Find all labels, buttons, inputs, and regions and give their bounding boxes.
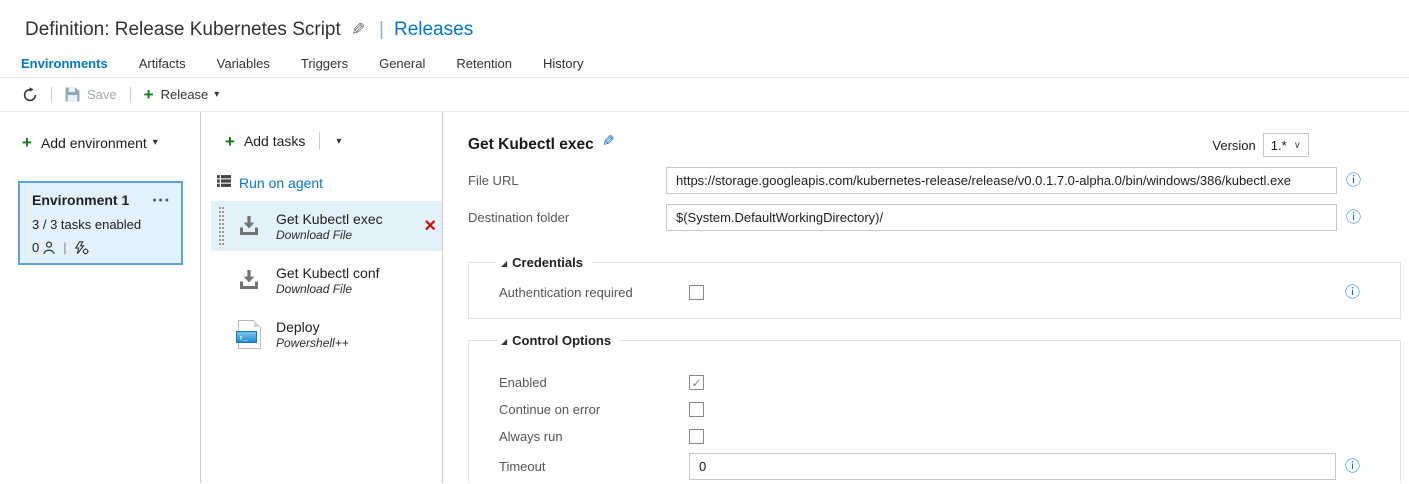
authentication-required-label: Authentication required [499,285,689,300]
timeout-input[interactable] [689,453,1336,480]
tab-general[interactable]: General [379,56,425,77]
definition-tabs: Environments Artifacts Variables Trigger… [0,46,1409,78]
collapse-icon: ◢ [501,259,507,268]
task-list: Get Kubectl exec Download File × Get Kub… [201,201,442,359]
trigger-settings-icon[interactable] [74,241,89,255]
tab-retention[interactable]: Retention [456,56,512,77]
chevron-down-icon: ▾ [214,89,219,100]
run-on-agent-label: Run on agent [239,175,323,191]
chevron-down-icon: ▾ [153,137,158,148]
collapse-icon: ◢ [501,337,507,346]
main-content: + Add environment ▾ Environment 1 ●●● 3 … [0,112,1409,483]
tab-history[interactable]: History [543,56,583,77]
continue-on-error-checkbox[interactable]: ✓ [689,402,704,417]
task-name: Get Kubectl conf [276,265,420,281]
destination-folder-label: Destination folder [468,210,666,225]
release-button[interactable]: + Release ▾ [144,86,220,103]
drag-handle[interactable] [219,207,224,245]
control-options-group: ◢Control Options Enabled ✓ Continue on e… [468,333,1401,483]
download-file-icon [234,267,264,293]
toolbar-divider [51,87,52,102]
info-icon[interactable]: ⓘ [1345,459,1360,474]
destination-folder-input[interactable] [666,204,1337,231]
task-type: Download File [276,282,420,296]
task-type: Download File [276,228,420,242]
add-tasks-label: Add tasks [244,133,305,149]
save-button[interactable]: Save [65,87,117,102]
powershell-icon: ›_ [234,320,264,349]
releases-link[interactable]: Releases [394,19,473,41]
info-icon[interactable]: ⓘ [1345,285,1360,300]
tab-triggers[interactable]: Triggers [301,56,348,77]
tab-variables[interactable]: Variables [217,56,270,77]
info-icon[interactable]: ⓘ [1346,210,1361,225]
approvals-count: 0 [32,240,39,255]
person-icon[interactable] [42,241,56,255]
info-icon[interactable]: ⓘ [1346,173,1361,188]
always-run-label: Always run [499,429,689,444]
enabled-checkbox[interactable]: ✓ [689,375,704,390]
task-name: Deploy [276,319,420,335]
plus-icon: + [225,133,235,150]
icon-separator: | [63,240,66,255]
save-icon [65,87,80,102]
release-label: Release [161,87,209,102]
save-label: Save [87,87,117,102]
toolbar: Save + Release ▾ [0,78,1409,112]
version-select[interactable]: 1.* ∨ [1263,133,1309,157]
add-tasks-dropdown[interactable]: ▾ [336,136,341,147]
refresh-button[interactable] [22,87,38,103]
button-divider [319,132,320,150]
task-item-deploy[interactable]: ›_ Deploy Powershell++ × [211,309,442,359]
task-item-get-kubectl-conf[interactable]: Get Kubectl conf Download File × [211,255,442,305]
add-environment-button[interactable]: + Add environment ▾ [22,134,200,151]
control-options-group-header[interactable]: ◢Control Options [497,333,619,348]
continue-on-error-label: Continue on error [499,402,689,417]
enabled-label: Enabled [499,375,689,390]
authentication-required-checkbox[interactable]: ✓ [689,285,704,300]
edit-task-name-icon[interactable]: ✎ [602,132,615,150]
run-on-agent-link[interactable]: Run on agent [217,174,442,192]
timeout-label: Timeout [499,459,689,474]
download-file-icon [234,213,264,239]
file-url-label: File URL [468,173,666,188]
tasks-panel: + Add tasks ▾ Run on agent [201,112,443,483]
definition-header: Definition: Release Kubernetes Script ✎ … [0,0,1409,46]
environment-tasks-summary: 3 / 3 tasks enabled [32,217,171,232]
remove-task-icon[interactable]: × [424,216,436,236]
plus-icon: + [22,134,32,151]
version-label: Version [1212,138,1255,153]
task-type: Powershell++ [276,336,420,350]
credentials-group: ◢Credentials Authentication required ✓ ⓘ [468,255,1401,319]
task-editor-title: Get Kubectl exec [468,136,594,154]
file-url-input[interactable] [666,167,1337,194]
more-options-icon[interactable]: ●●● [152,197,171,204]
add-environment-label: Add environment [41,135,147,151]
environment-name: Environment 1 [32,192,129,208]
add-tasks-button[interactable]: + Add tasks [225,133,305,150]
environment-card[interactable]: Environment 1 ●●● 3 / 3 tasks enabled 0 … [18,181,183,265]
toolbar-divider [130,87,131,102]
agent-phase-icon [217,174,231,192]
credentials-group-header[interactable]: ◢Credentials [497,255,591,270]
title-separator: | [379,19,384,41]
plus-icon: + [144,86,154,103]
task-item-get-kubectl-exec[interactable]: Get Kubectl exec Download File × [211,201,442,251]
refresh-icon [22,87,38,103]
version-value: 1.* [1271,138,1287,153]
always-run-checkbox[interactable]: ✓ [689,429,704,444]
tab-artifacts[interactable]: Artifacts [139,56,186,77]
page-title: Definition: Release Kubernetes Script [25,19,341,41]
task-editor-panel: Get Kubectl exec ✎ Version 1.* ∨ File UR… [443,112,1409,483]
chevron-down-icon: ∨ [1294,140,1301,151]
task-name: Get Kubectl exec [276,211,420,227]
edit-definition-name-icon[interactable]: ✎ [351,20,365,40]
environments-panel: + Add environment ▾ Environment 1 ●●● 3 … [0,112,201,483]
tab-environments[interactable]: Environments [21,56,108,77]
